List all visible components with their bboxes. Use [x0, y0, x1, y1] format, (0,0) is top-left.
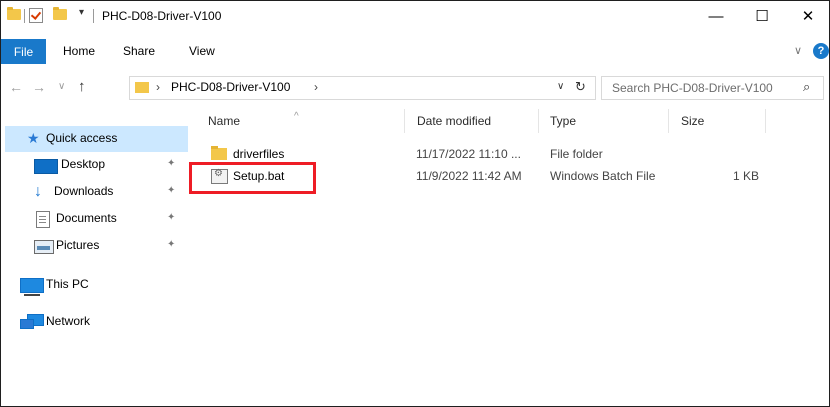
search-input[interactable]: Search PHC-D08-Driver-V100 ⌕ [601, 76, 824, 100]
divider [93, 9, 94, 23]
column-divider[interactable] [538, 109, 539, 133]
pin-icon[interactable]: ✦ [167, 212, 175, 223]
folder-icon[interactable] [7, 7, 21, 20]
highlight-box [189, 162, 316, 194]
column-divider[interactable] [765, 109, 766, 133]
column-header-size[interactable]: Size [681, 114, 704, 128]
back-icon[interactable]: ← [9, 79, 23, 95]
column-divider[interactable] [404, 109, 405, 133]
nav-item-label: Documents [56, 211, 117, 225]
search-placeholder: Search PHC-D08-Driver-V100 [612, 81, 773, 95]
maximize-button[interactable]: ☐ [739, 1, 785, 31]
column-divider[interactable] [668, 109, 669, 133]
column-header-label: Name [208, 114, 241, 128]
download-icon: ↓ [34, 183, 42, 200]
file-size: 1 KB [733, 169, 760, 183]
tab-home[interactable]: Home [63, 44, 95, 58]
sort-ascending-icon: ^ [294, 111, 299, 122]
minimize-button[interactable]: — [693, 1, 739, 31]
file-type: File folder [550, 147, 603, 161]
nav-item-label: Pictures [56, 238, 100, 252]
column-header-date-modified[interactable]: Date modified [417, 114, 491, 128]
nav-item-quick-access[interactable]: ★ Quick access [5, 126, 188, 152]
navigation-bar: ← → ∨ ↑ › PHC-D08-Driver-V100 › ∨ ↻ Sear… [1, 73, 829, 103]
breadcrumb-separator[interactable]: › [156, 80, 160, 94]
pin-icon[interactable]: ✦ [167, 158, 175, 169]
column-header-type[interactable]: Type [550, 114, 576, 128]
window-title: PHC-D08-Driver-V100 [102, 9, 222, 23]
nav-item-label: This PC [46, 277, 89, 291]
nav-item-network[interactable]: Network [1, 309, 191, 335]
pin-icon[interactable]: ✦ [167, 185, 175, 196]
folder-icon [211, 146, 227, 160]
column-header-name[interactable]: Name [208, 114, 240, 128]
divider [24, 9, 25, 23]
forward-icon[interactable]: → [32, 79, 46, 95]
network-icon [20, 314, 44, 329]
nav-item-label: Quick access [46, 131, 118, 145]
breadcrumb-separator[interactable]: › [314, 80, 318, 94]
up-icon[interactable]: ↑ [78, 78, 86, 95]
search-icon[interactable]: ⌕ [803, 79, 810, 95]
nav-item-desktop[interactable]: Desktop ✦ [1, 152, 191, 178]
refresh-icon[interactable]: ↻ [575, 79, 586, 95]
properties-icon[interactable] [29, 8, 43, 23]
nav-item-label: Network [46, 314, 91, 328]
tab-view[interactable]: View [189, 44, 215, 58]
navigation-pane: ★ Quick access Desktop ✦ ↓ Downloads ✦ D… [1, 111, 191, 406]
tab-share[interactable]: Share [123, 44, 155, 58]
star-icon: ★ [27, 130, 40, 146]
new-folder-icon[interactable] [53, 7, 67, 20]
quick-access-toolbar-dropdown-icon[interactable]: ▾ [79, 7, 84, 18]
nav-item-label: Downloads [54, 184, 114, 198]
address-bar[interactable]: › PHC-D08-Driver-V100 › ∨ ↻ [129, 76, 596, 100]
file-date: 11/17/2022 11:10 ... [416, 147, 521, 161]
file-date: 11/9/2022 11:42 AM [416, 169, 522, 183]
explorer-window: ▾ PHC-D08-Driver-V100 — ☐ ✕ File Home Sh… [0, 0, 830, 407]
close-button[interactable]: ✕ [785, 1, 829, 31]
file-name: driverfiles [233, 147, 285, 161]
document-icon [36, 211, 50, 228]
expand-ribbon-icon[interactable]: ∨ [794, 44, 802, 57]
tab-file[interactable]: File [1, 39, 46, 64]
title-bar: ▾ PHC-D08-Driver-V100 — ☐ ✕ [1, 1, 829, 31]
nav-item-documents[interactable]: Documents ✦ [1, 206, 191, 232]
help-icon[interactable]: ? [813, 43, 829, 59]
nav-item-pictures[interactable]: Pictures ✦ [1, 233, 191, 259]
file-type: Windows Batch File [550, 169, 656, 183]
desktop-icon [34, 159, 58, 174]
breadcrumb-item[interactable]: PHC-D08-Driver-V100 [171, 80, 290, 94]
pin-icon[interactable]: ✦ [167, 239, 175, 250]
nav-item-this-pc[interactable]: This PC [1, 272, 191, 298]
ribbon-tabs: File Home Share View ∨ ? [1, 39, 829, 65]
nav-item-downloads[interactable]: ↓ Downloads ✦ [1, 179, 191, 205]
address-dropdown-icon[interactable]: ∨ [557, 81, 564, 92]
nav-item-label: Desktop [61, 157, 106, 171]
picture-icon [34, 240, 54, 254]
computer-icon [20, 278, 44, 296]
recent-locations-icon[interactable]: ∨ [58, 81, 65, 92]
file-list: Name ^ Date modified Type Size driverfil… [197, 103, 829, 406]
folder-icon [135, 82, 149, 93]
